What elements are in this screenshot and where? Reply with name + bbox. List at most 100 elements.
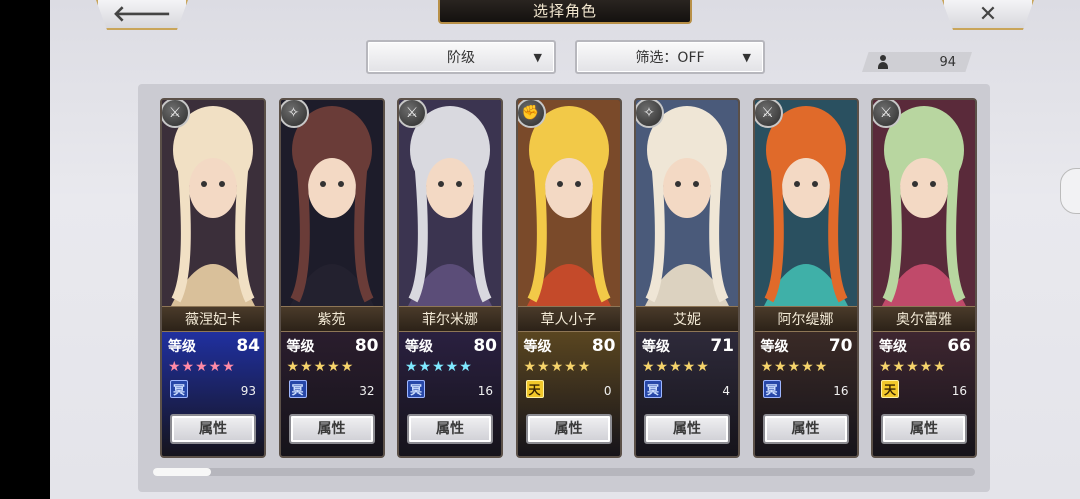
level-row: 等级 80 bbox=[405, 336, 497, 356]
level-row: 等级 80 bbox=[287, 336, 379, 356]
level-row: 等级 80 bbox=[524, 336, 616, 356]
level-value: 70 bbox=[828, 336, 853, 356]
character-name: 菲尔米娜 bbox=[399, 306, 501, 332]
horizontal-scrollbar[interactable] bbox=[153, 468, 975, 476]
person-icon bbox=[876, 55, 890, 69]
element-badge: 冥 bbox=[407, 380, 425, 398]
character-card[interactable]: ⚔ 阿尔缇娜 等级 70 ★★★★★ 冥 16 属性 bbox=[752, 98, 859, 458]
character-count: 4 bbox=[722, 384, 730, 398]
attributes-button[interactable]: 属性 bbox=[762, 414, 849, 444]
level-label: 等级 bbox=[405, 339, 433, 355]
class-emblem-icon: ✧ bbox=[280, 100, 309, 128]
character-count: 16 bbox=[833, 384, 849, 398]
character-stats: 等级 84 ★★★★★ 冥 93 属性 bbox=[162, 332, 264, 456]
character-name: 草人小子 bbox=[517, 306, 620, 332]
character-count: 16 bbox=[951, 384, 967, 398]
character-portrait bbox=[754, 100, 857, 308]
back-arrow-icon: 🡐 bbox=[112, 2, 172, 27]
character-name: 阿尔缇娜 bbox=[754, 306, 857, 332]
level-label: 等级 bbox=[642, 339, 670, 355]
filter-label: 筛选：OFF bbox=[635, 50, 705, 66]
character-name: 紫苑 bbox=[280, 306, 383, 332]
class-emblem-icon: ⚔ bbox=[873, 100, 901, 128]
class-emblem-icon: ⚔ bbox=[754, 100, 783, 128]
character-card[interactable]: ✊ 草人小子 等级 80 ★★★★★ 天 0 属性 bbox=[515, 98, 622, 458]
level-value: 84 bbox=[236, 336, 260, 356]
element-badge: 天 bbox=[881, 380, 899, 398]
character-count: 0 bbox=[603, 384, 612, 398]
level-value: 80 bbox=[473, 336, 497, 356]
attributes-button[interactable]: 属性 bbox=[170, 414, 256, 444]
level-value: 66 bbox=[947, 336, 971, 356]
element-badge: 天 bbox=[525, 380, 544, 398]
rank-sort-dropdown[interactable]: 阶级 ▼ bbox=[366, 40, 556, 74]
class-emblem-icon: ✧ bbox=[636, 100, 664, 128]
character-card[interactable]: ✧ 紫苑 等级 80 ★★★★★ 冥 32 属性 bbox=[278, 98, 385, 458]
star-rating: ★★★★★ bbox=[760, 359, 829, 375]
level-label: 等级 bbox=[168, 339, 196, 355]
level-label: 等级 bbox=[879, 339, 907, 355]
attributes-button[interactable]: 属性 bbox=[881, 414, 967, 444]
character-card[interactable]: ⚔ 奥尔蕾雅 等级 66 ★★★★★ 天 16 属性 bbox=[871, 98, 977, 458]
star-rating: ★★★★★ bbox=[286, 359, 355, 375]
character-name: 艾妮 bbox=[636, 306, 738, 332]
character-stats: 等级 80 ★★★★★ 冥 32 属性 bbox=[280, 332, 383, 456]
level-value: 80 bbox=[591, 336, 616, 356]
element-badge: 冥 bbox=[762, 380, 781, 398]
star-rating: ★★★★★ bbox=[879, 359, 947, 375]
level-label: 等级 bbox=[760, 339, 789, 355]
attributes-button[interactable]: 属性 bbox=[525, 414, 612, 444]
class-emblem-icon: ⚔ bbox=[399, 100, 427, 128]
portrait-art bbox=[636, 100, 738, 308]
character-name: 薇涅妃卡 bbox=[162, 306, 264, 332]
character-name: 奥尔蕾雅 bbox=[873, 306, 975, 332]
character-portrait bbox=[873, 100, 975, 308]
page-title: 选择角色 bbox=[438, 0, 692, 24]
level-value: 80 bbox=[354, 336, 379, 356]
portrait-art bbox=[873, 100, 975, 308]
portrait-art bbox=[754, 100, 857, 308]
attributes-button[interactable]: 属性 bbox=[288, 414, 375, 444]
star-rating: ★★★★★ bbox=[168, 359, 236, 375]
close-icon: ✕ bbox=[978, 1, 998, 27]
filter-dropdown[interactable]: 筛选：OFF ▼ bbox=[575, 40, 765, 74]
class-emblem-icon: ⚔ bbox=[162, 100, 190, 128]
portrait-art bbox=[517, 100, 620, 308]
portrait-art bbox=[399, 100, 501, 308]
character-card[interactable]: ⚔ 菲尔米娜 等级 80 ★★★★★ 冥 16 属性 bbox=[397, 98, 503, 458]
class-emblem-icon: ✊ bbox=[517, 100, 546, 128]
character-stats: 等级 66 ★★★★★ 天 16 属性 bbox=[873, 332, 975, 456]
character-stats: 等级 71 ★★★★★ 冥 4 属性 bbox=[636, 332, 738, 456]
star-rating: ★★★★★ bbox=[523, 359, 592, 375]
chevron-down-icon: ▼ bbox=[533, 51, 542, 64]
attributes-button[interactable]: 属性 bbox=[644, 414, 730, 444]
level-label: 等级 bbox=[523, 339, 552, 355]
character-card[interactable]: ⚔ 薇涅妃卡 等级 84 ★★★★★ 冥 93 属性 bbox=[160, 98, 266, 458]
level-row: 等级 84 bbox=[168, 336, 260, 356]
star-rating: ★★★★★ bbox=[405, 359, 473, 375]
character-portrait bbox=[280, 100, 383, 308]
portrait-art bbox=[280, 100, 383, 308]
side-drawer-handle[interactable] bbox=[1060, 168, 1080, 214]
star-rating: ★★★★★ bbox=[642, 359, 710, 375]
screen: 🡐 选择角色 ✕ 阶级 ▼ 筛选：OFF ▼ 94 ⚔ 薇涅妃卡 等级 84 ★… bbox=[50, 0, 1080, 499]
element-badge: 冥 bbox=[644, 380, 662, 398]
scrollbar-thumb[interactable] bbox=[153, 468, 211, 476]
character-portrait bbox=[399, 100, 501, 308]
character-count: 16 bbox=[477, 384, 493, 398]
character-card[interactable]: ✧ 艾妮 等级 71 ★★★★★ 冥 4 属性 bbox=[634, 98, 740, 458]
character-stats: 等级 70 ★★★★★ 冥 16 属性 bbox=[754, 332, 857, 456]
level-row: 等级 71 bbox=[642, 336, 734, 356]
character-count: 32 bbox=[359, 384, 375, 398]
level-value: 71 bbox=[710, 336, 734, 356]
back-button[interactable]: 🡐 bbox=[96, 0, 188, 30]
attributes-button[interactable]: 属性 bbox=[407, 414, 493, 444]
character-portrait bbox=[162, 100, 264, 308]
level-label: 等级 bbox=[286, 339, 315, 355]
rank-sort-label: 阶级 bbox=[447, 50, 475, 66]
level-row: 等级 66 bbox=[879, 336, 971, 356]
character-stats: 等级 80 ★★★★★ 冥 16 属性 bbox=[399, 332, 501, 456]
roster-count-box: 94 bbox=[862, 52, 972, 72]
close-button[interactable]: ✕ bbox=[942, 0, 1034, 30]
element-badge: 冥 bbox=[170, 380, 188, 398]
